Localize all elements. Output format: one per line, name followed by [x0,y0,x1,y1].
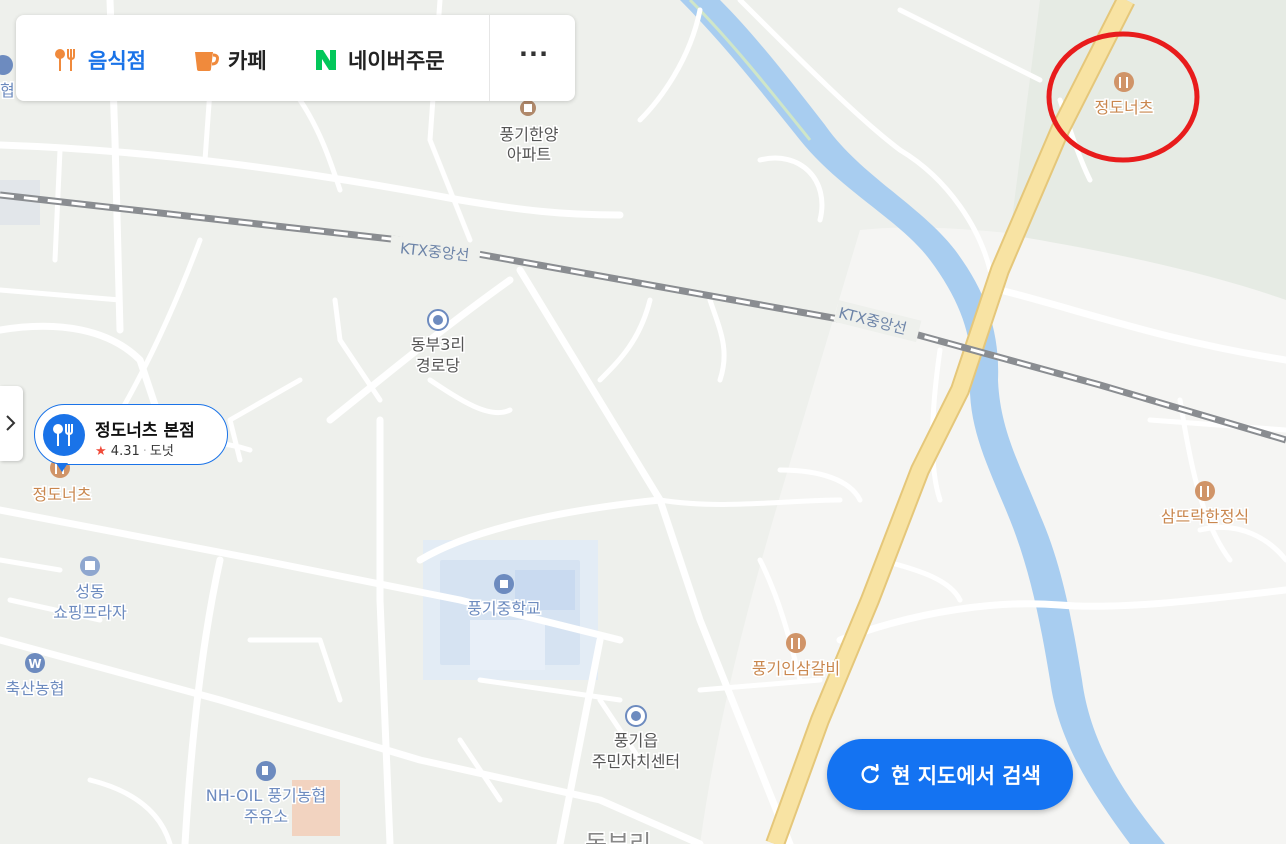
poi-senior-center-name-line1: 동부3리 [411,335,465,354]
category-cafe-label: 카페 [228,49,267,73]
search-this-area-button[interactable]: 현 지도에서 검색 [827,739,1073,810]
category-bar: 음식점 카페 네이버주문 ··· [16,15,575,101]
poi-apartment-name-line2: 아파트 [507,145,551,164]
category-cafe[interactable]: 카페 [192,45,267,75]
poi-gas-name-line1: NH-OIL 풍기농협 [206,786,326,805]
refresh-icon [861,763,879,783]
poi-senior-center-name-line2: 경로당 [416,356,460,375]
poi-gas-name-line2: 주유소 [244,807,288,826]
category-restaurant[interactable]: 음식점 [52,45,146,75]
area-label-dongbu: 동부리 [585,830,651,844]
svg-text:W: W [28,657,41,671]
chevron-right-icon [6,415,16,431]
category-naver-order-label: 네이버주문 [348,49,445,73]
poi-galbi-name: 풍기인삼갈비 [752,659,840,678]
poi-apartment-name-line1: 풍기한양 [500,125,559,144]
place-pin [43,414,85,456]
category-restaurant-label: 음식점 [88,49,146,73]
selected-place-marker[interactable]: 정도너츠 본점 ★ 4.31 · 도넛 [34,404,228,465]
more-categories-button[interactable]: ··· [506,39,562,75]
poi-bank-name: 축산농협 [6,679,65,698]
category-divider [489,15,490,101]
poi-plaza-name-line1: 성동 [75,582,104,601]
naver-n-icon [316,50,336,70]
star-icon: ★ [95,444,107,459]
restaurant-icon [53,424,73,446]
poi-school-name: 풍기중학교 [467,599,541,618]
place-category: 도넛 [149,444,174,459]
poi-plaza-name-line2: 쇼핑프라자 [53,603,127,622]
poi-top-left-partial-name: 협 [0,81,15,100]
poi-hanjeongsik-name: 삼뜨락한정식 [1161,507,1249,526]
poi-donut-left-name: 정도너츠 [33,485,92,504]
side-panel-toggle[interactable] [0,386,23,461]
place-name: 정도너츠 본점 [95,421,195,441]
marker-tail [56,463,68,472]
separator-dot: · [142,444,147,459]
poi-donut-right-name: 정도너츠 [1095,98,1154,117]
poi-community-name-line2: 주민자치센터 [592,752,680,771]
category-naver-order[interactable]: 네이버주문 [312,45,445,75]
poi-community-name-line1: 풍기읍 [614,731,658,750]
search-this-area-label: 현 지도에서 검색 [891,763,1041,788]
place-meta: ★ 4.31 · 도넛 [95,440,174,459]
cafe-icon [195,52,219,71]
place-rating: 4.31 [110,444,140,459]
restaurant-icon [55,49,75,71]
